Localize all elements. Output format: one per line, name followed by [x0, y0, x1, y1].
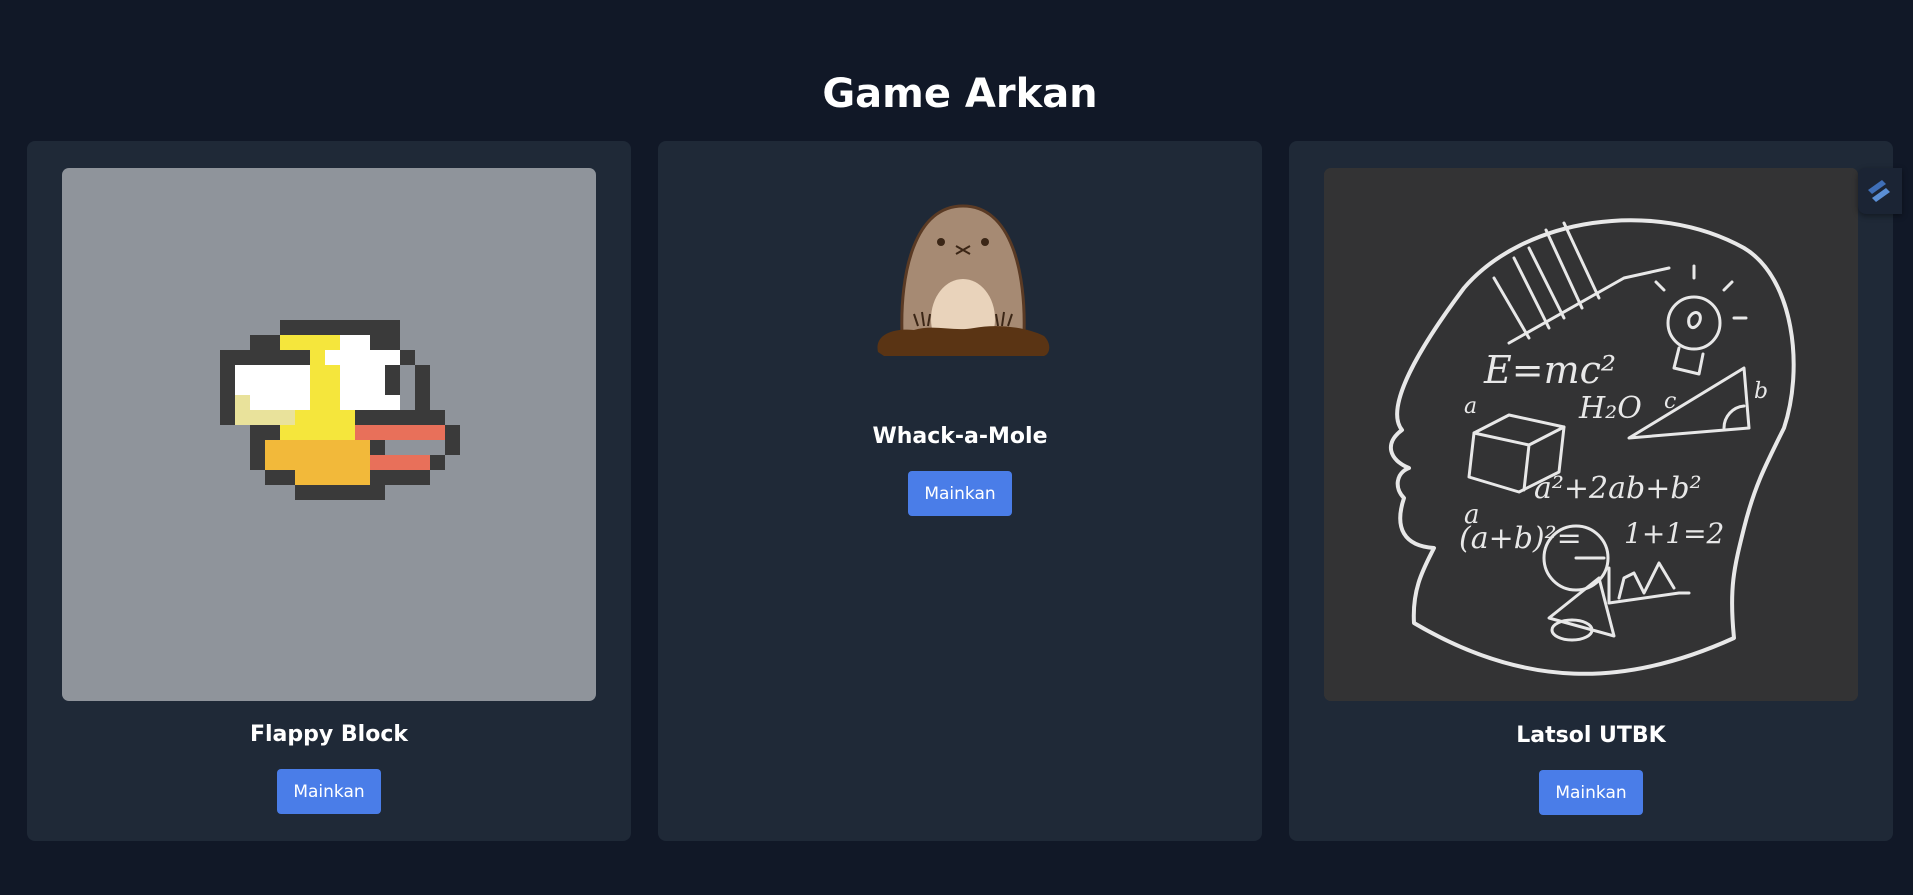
game-card-latsol-utbk: E=mc² H₂O a a c b a²+2ab+b² (a+b)²= 1+1=… — [1289, 141, 1893, 841]
svg-text:a: a — [1464, 394, 1477, 419]
play-button[interactable]: Mainkan — [277, 769, 381, 814]
chalkboard-head-image: E=mc² H₂O a a c b a²+2ab+b² (a+b)²= 1+1=… — [1324, 168, 1858, 701]
game-title: Latsol UTBK — [1516, 723, 1666, 748]
svg-text:a²+2ab+b²: a²+2ab+b² — [1534, 471, 1702, 506]
svg-text:1+1=2: 1+1=2 — [1624, 517, 1724, 550]
page-title: Game Arkan — [822, 71, 1098, 117]
page: Game Arkan Flappy Block Mainkan Whack-a-… — [0, 0, 1913, 895]
svg-text:(a+b)²=: (a+b)²= — [1459, 521, 1582, 556]
svg-text:H₂O: H₂O — [1578, 391, 1642, 426]
lightning-badge-icon — [1868, 180, 1890, 202]
game-title: Whack-a-Mole — [872, 424, 1048, 449]
svg-text:E=mc²: E=mc² — [1483, 348, 1616, 392]
game-card-whack-a-mole: Whack-a-Mole Mainkan — [658, 141, 1262, 841]
play-button[interactable]: Mainkan — [908, 471, 1012, 516]
svg-text:c: c — [1664, 389, 1676, 414]
game-title: Flappy Block — [249, 722, 408, 747]
mole-image — [874, 194, 1052, 356]
svg-text:b: b — [1754, 379, 1768, 404]
play-button[interactable]: Mainkan — [1539, 770, 1643, 815]
flappy-bird-image — [62, 168, 596, 701]
game-card-flappy-block: Flappy Block Mainkan — [27, 141, 631, 841]
floating-widget[interactable] — [1858, 168, 1902, 214]
